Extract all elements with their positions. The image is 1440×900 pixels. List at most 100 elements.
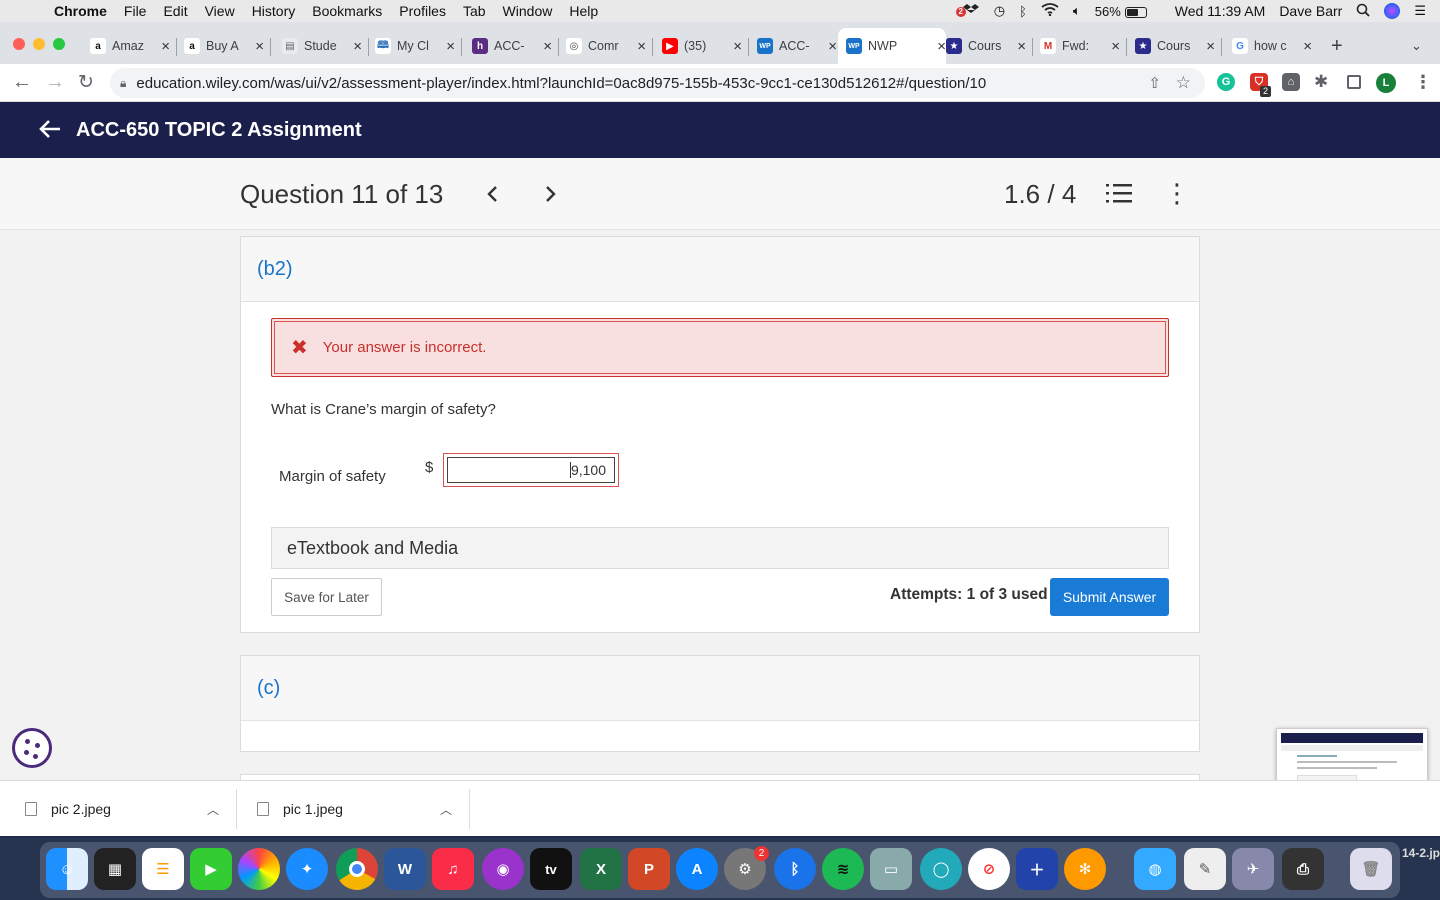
browser-tab[interactable]: ▶ (35) × [662, 28, 742, 64]
forward-arrow-icon[interactable]: → [45, 71, 65, 94]
excel-icon[interactable]: X [580, 848, 622, 890]
address-bar[interactable]: 🔒︎ education.wiley.com/was/ui/v2/assessm… [110, 68, 1205, 98]
next-question-chevron-icon[interactable] [543, 178, 557, 211]
browser-tab[interactable]: ▤ Stude × [282, 28, 362, 64]
chrome-icon[interactable] [336, 848, 378, 890]
cookie-settings-icon[interactable] [12, 728, 52, 768]
browser-tab[interactable]: ◎ Comr × [566, 28, 646, 64]
powerpoint-icon[interactable]: P [628, 848, 670, 890]
browser-tab[interactable]: WP ACC- × [757, 28, 837, 64]
tab-close-icon[interactable]: × [1303, 38, 1312, 55]
menu-edit[interactable]: Edit [163, 3, 187, 19]
news-icon[interactable]: ⊘ [968, 848, 1010, 890]
browser-tab[interactable]: 🕮 My Cl × [375, 28, 455, 64]
battery-icon[interactable] [1124, 4, 1161, 19]
time-machine-icon[interactable]: ◷ [994, 3, 1005, 19]
activity-monitor-icon[interactable]: ▦ [94, 848, 136, 890]
tab-close-icon[interactable]: × [637, 38, 646, 55]
tab-close-icon[interactable]: × [446, 38, 455, 55]
menu-tab[interactable]: Tab [463, 3, 486, 19]
browser-tab[interactable]: ★ Cours × [946, 28, 1026, 64]
tab-close-icon[interactable]: × [733, 38, 742, 55]
back-arrow-icon[interactable]: ← [12, 71, 32, 94]
minimize-window-button[interactable] [33, 38, 45, 50]
menu-bookmarks[interactable]: Bookmarks [312, 3, 382, 19]
previous-question-chevron-icon[interactable] [486, 178, 500, 211]
app-store-icon[interactable]: A [676, 848, 718, 890]
reload-icon[interactable]: ↻ [78, 71, 94, 94]
browser-tab[interactable]: WP NWP × [838, 28, 946, 64]
volume-icon[interactable]: 🔈︎ [1073, 3, 1081, 19]
share-icon[interactable]: ⇧ [1148, 74, 1161, 92]
flower-app-icon[interactable]: ✻ [1064, 848, 1106, 890]
spotify-icon[interactable]: ≋ [822, 848, 864, 890]
screen-recorder-icon[interactable]: ◯ [920, 848, 962, 890]
submit-answer-button[interactable]: Submit Answer [1050, 578, 1169, 616]
grammarly-extension-icon[interactable]: G [1217, 73, 1235, 91]
menu-view[interactable]: View [205, 3, 235, 19]
trash-icon[interactable]: 🗑︎ [1350, 848, 1392, 890]
browser-tab[interactable]: a Amaz × [90, 28, 170, 64]
chevron-up-icon[interactable]: ︿ [207, 801, 219, 818]
safari-icon[interactable]: ✦ [286, 848, 328, 890]
browser-tab[interactable]: M Fwd: × [1040, 28, 1120, 64]
tab-close-icon[interactable]: × [353, 38, 362, 55]
chrome-menu-icon[interactable]: ⋮ [1414, 72, 1432, 93]
tab-close-icon[interactable]: × [161, 38, 170, 55]
zoom-window-button[interactable] [53, 38, 65, 50]
url-text[interactable]: education.wiley.com/was/ui/v2/assessment… [136, 75, 986, 92]
browser-tab[interactable]: h ACC- × [472, 28, 552, 64]
browser-tab[interactable]: Ghow c × [1232, 28, 1312, 64]
chevron-up-icon[interactable]: ︿ [440, 801, 452, 818]
lock-icon[interactable]: 🔒︎ [120, 76, 126, 91]
tab-search-chevron-icon[interactable]: ⌄ [1411, 38, 1422, 54]
tab-close-icon[interactable]: × [255, 38, 264, 55]
tab-close-icon[interactable]: × [937, 38, 946, 55]
photos-icon[interactable] [238, 848, 280, 890]
control-center-icon[interactable]: ☰ [1414, 3, 1426, 19]
question-list-icon[interactable] [1106, 182, 1132, 204]
etextbook-media-panel[interactable]: eTextbook and Media [271, 527, 1169, 569]
menubar-user[interactable]: Dave Barr [1279, 3, 1342, 19]
tab-close-icon[interactable]: × [543, 38, 552, 55]
wifi-icon[interactable] [1041, 3, 1059, 19]
bluetooth-app-icon[interactable]: ᛒ [774, 848, 816, 890]
menu-file[interactable]: File [124, 3, 147, 19]
reminders-icon[interactable]: ☰ [142, 848, 184, 890]
cast-extension-icon[interactable]: ⌂ [1282, 73, 1300, 91]
word-icon[interactable]: W [384, 848, 426, 890]
profile-avatar[interactable]: L [1376, 73, 1396, 93]
menu-history[interactable]: History [252, 3, 296, 19]
more-options-icon[interactable]: ⋮ [1164, 180, 1190, 206]
tab-close-icon[interactable]: × [1017, 38, 1026, 55]
music-icon[interactable]: ♫ [432, 848, 474, 890]
podcasts-icon[interactable]: ◉ [482, 848, 524, 890]
browser-tab[interactable]: ★ Cours × [1135, 28, 1215, 64]
facetime-icon[interactable]: ▶ [190, 848, 232, 890]
side-panel-icon[interactable] [1347, 75, 1361, 89]
extensions-puzzle-icon[interactable]: ✱ [1314, 72, 1328, 92]
keyboard-viewer-icon[interactable]: ＋ [1016, 848, 1058, 890]
bluetooth-icon[interactable]: ᛒ [1019, 4, 1027, 19]
download-item-pic-2[interactable]: pic 2.jpeg ︿ [25, 781, 225, 837]
apple-tv-icon[interactable]: tv [530, 848, 572, 890]
menu-window[interactable]: Window [503, 3, 553, 19]
tab-close-icon[interactable]: × [1111, 38, 1120, 55]
margin-of-safety-input[interactable]: 9,100 [447, 457, 615, 483]
bookmark-star-icon[interactable]: ☆ [1176, 73, 1191, 93]
part-c-header[interactable]: (c) [241, 656, 1199, 721]
dropbox-icon[interactable]: 2 [955, 3, 980, 20]
back-arrow-icon[interactable] [38, 117, 62, 143]
menu-profiles[interactable]: Profiles [399, 3, 446, 19]
new-tab-button[interactable]: + [1331, 35, 1343, 58]
close-window-button[interactable] [13, 38, 25, 50]
tab-close-icon[interactable]: × [1206, 38, 1215, 55]
download-item-pic-1[interactable]: pic 1.jpeg ︿ [257, 781, 457, 837]
finder-icon[interactable]: ☺ [46, 848, 88, 890]
menu-help[interactable]: Help [569, 3, 598, 19]
save-for-later-button[interactable]: Save for Later [271, 578, 382, 616]
network-globe-icon[interactable]: ◍ [1134, 848, 1176, 890]
preview-icon[interactable]: ▭ [870, 848, 912, 890]
menubar-clock[interactable]: Wed 11:39 AM [1175, 3, 1266, 19]
spotlight-search-icon[interactable] [1356, 3, 1370, 20]
